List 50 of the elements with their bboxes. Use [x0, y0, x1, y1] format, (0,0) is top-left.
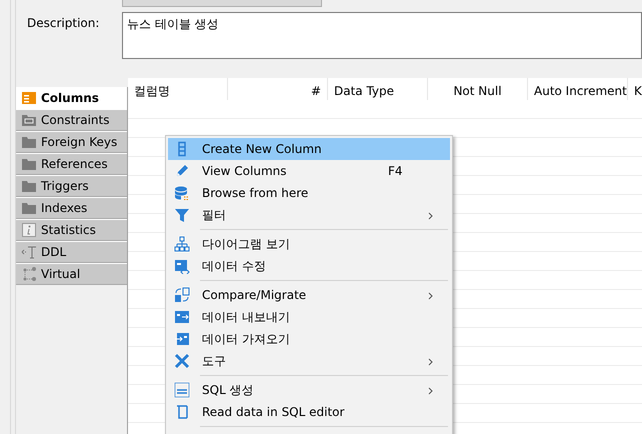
column-header[interactable]: 컬럼명 — [134, 84, 170, 98]
menu-item[interactable]: 데이터 가져오기 — [168, 328, 450, 350]
menu-item[interactable]: 도구 — [168, 350, 450, 372]
column-header[interactable]: Data Type — [334, 84, 394, 98]
text-icon — [21, 244, 37, 260]
folder-icon — [21, 134, 37, 150]
column-header[interactable]: # — [310, 84, 321, 98]
tab[interactable]: Foreign Keys — [16, 131, 127, 153]
description-label: Description: — [27, 15, 100, 32]
tab[interactable]: Constraints — [16, 109, 127, 131]
import-icon — [174, 331, 190, 347]
table-icon — [21, 90, 37, 106]
hierarchy-icon — [174, 236, 190, 252]
database-icon — [174, 185, 190, 201]
folder-icon — [21, 200, 37, 216]
document-icon — [174, 404, 190, 420]
compare-icon — [174, 287, 190, 303]
column-header[interactable]: Auto Increment — [534, 84, 627, 98]
menu-item[interactable]: Browse from here — [168, 182, 450, 204]
export-icon — [174, 309, 190, 325]
collation-field[interactable] — [122, 0, 322, 7]
column-header[interactable]: Not Null — [453, 84, 502, 98]
table-edit-icon — [174, 258, 190, 274]
tab[interactable]: References — [16, 153, 127, 175]
folder-icon — [21, 156, 37, 172]
tab[interactable]: Virtual — [16, 263, 127, 285]
menu-item[interactable]: Create New Column — [168, 138, 450, 160]
folder-icon — [21, 112, 37, 128]
menu-item[interactable]: 필터 — [168, 204, 450, 226]
menu-item[interactable]: Compare/Migrate — [168, 284, 450, 306]
tab[interactable]: Columns — [16, 87, 127, 109]
tools-icon — [174, 353, 190, 369]
tab[interactable]: Triggers — [16, 175, 127, 197]
pencil-icon — [174, 163, 190, 179]
funnel-icon — [174, 207, 190, 223]
folder-icon — [21, 178, 37, 194]
menu-item[interactable]: 다이어그램 보기 — [168, 233, 450, 255]
info-icon — [21, 222, 37, 238]
tab[interactable]: Indexes — [16, 197, 127, 219]
sql-icon — [174, 382, 190, 398]
column-header[interactable]: K — [634, 84, 642, 98]
nodes-icon — [21, 266, 37, 282]
menu-item[interactable]: Read data in SQL editor — [168, 401, 450, 423]
menu-item[interactable]: View Columns F4 — [168, 160, 450, 182]
tab[interactable]: DDL — [16, 241, 127, 263]
tab[interactable]: Statistics — [16, 219, 127, 241]
menu-item[interactable]: 데이터 수정 — [168, 255, 450, 277]
menu-item[interactable]: SQL 생성 — [168, 379, 450, 401]
description-field[interactable]: 뉴스 테이블 생성 — [122, 12, 642, 59]
menu-item[interactable]: 데이터 내보내기 — [168, 306, 450, 328]
